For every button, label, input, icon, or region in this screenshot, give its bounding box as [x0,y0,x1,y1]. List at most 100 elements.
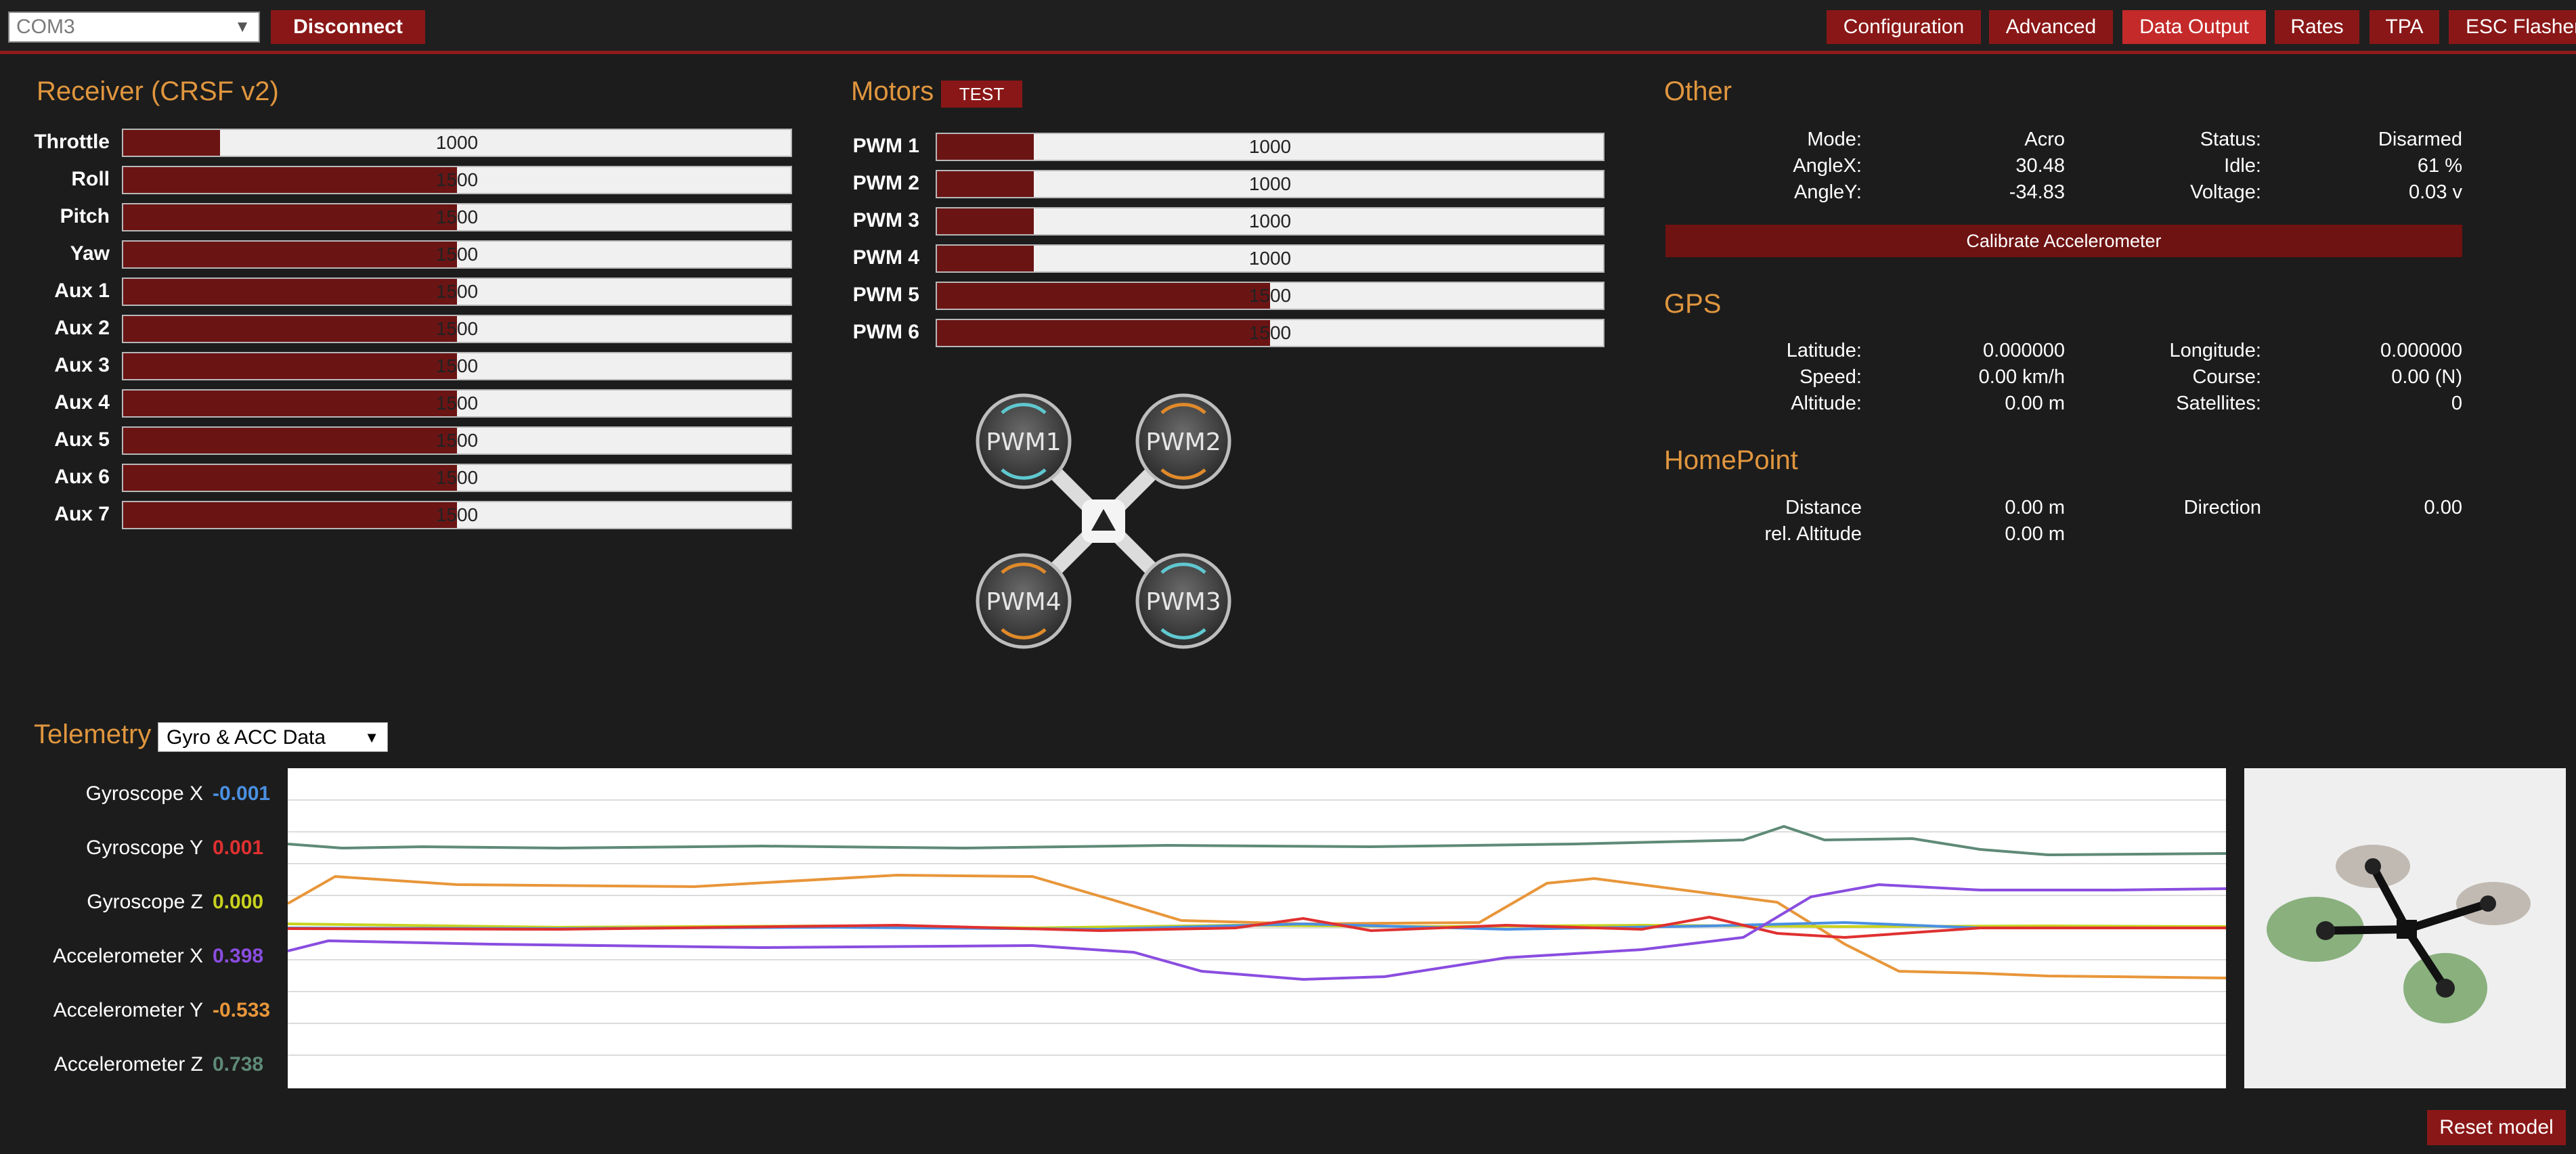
calibrate-accelerometer-button[interactable]: Calibrate Accelerometer [1665,225,2462,257]
bar-value: 1000 [1248,173,1292,194]
tab-data-output[interactable]: Data Output [2122,10,2266,44]
other-value: Acro [2024,129,2065,150]
motor-pwm2: PWM2 [1135,393,1231,489]
quad-3d-model [2267,845,2531,1023]
frame-center [1082,500,1125,543]
motor-bar-pwm-6: 1500 [936,319,1604,347]
series-line-accelerometer-z [287,824,2227,857]
homepoint-label: Direction [2183,497,2261,518]
bar-value: 1500 [435,504,479,525]
other-label: AngleX: [1793,155,1862,177]
homepoint-value: 0.00 m [2005,497,2065,518]
telemetry-value-accelerometer-z: 0.738 [213,1053,264,1075]
tab-advanced[interactable]: Advanced [1989,10,2113,44]
telemetry-value-gyroscope-z: 0.000 [213,891,264,913]
homepoint-value: 0.00 [2424,497,2462,518]
motor-pwm3: PWM3 [1135,553,1231,649]
disconnect-button[interactable]: Disconnect [271,10,425,44]
receiver-bar-throttle: 1000 [122,129,792,157]
receiver-bar-aux-5: 1500 [122,426,792,455]
gps-title: GPS [1664,289,1722,319]
motor-pwm1: PWM1 [976,393,1072,489]
chevron-down-icon: ▼ [364,729,379,746]
bar-value: 1000 [1248,136,1292,157]
port-select-value: COM3 [16,16,75,38]
other-value: 30.48 [2015,155,2065,177]
telemetry-label-accelerometer-y: Accelerometer Y [53,999,203,1021]
gps-value: 0.000000 [2380,340,2462,361]
bar-value: 1500 [435,467,479,488]
motor-pwm4-label: PWM4 [986,588,1061,616]
homepoint-label: Distance [1785,497,1862,518]
motor-label-pwm-4: PWM 4 [852,246,919,269]
receiver-label-pitch: Pitch [60,205,110,227]
gps-label: Satellites: [2176,393,2261,414]
other-label: Voltage: [2190,181,2261,203]
gps-label: Speed: [1799,366,1862,388]
receiver-bar-roll: 1500 [122,166,792,194]
telemetry-graph-svg [287,799,2227,1056]
other-title: Other [1664,76,1732,106]
chevron-down-icon: ▼ [234,18,250,36]
motor-bar-pwm-3: 1000 [936,207,1604,236]
receiver-bar-aux-1: 1500 [122,278,792,306]
other-label: Status: [2200,129,2261,150]
tab-rates[interactable]: Rates [2275,10,2359,44]
receiver-label-yaw: Yaw [70,242,110,265]
gps-value: 0.000000 [1983,340,2065,361]
receiver-label-aux-3: Aux 3 [54,354,110,376]
telemetry-label-gyroscope-y: Gyroscope Y [86,837,203,859]
tab-tpa[interactable]: TPA [2370,10,2439,44]
bar-value: 1500 [435,281,479,302]
motor-test-button[interactable]: TEST [941,81,1022,108]
telemetry-label-gyroscope-z: Gyroscope Z [87,891,203,913]
homepoint-value: 0.00 m [2005,523,2065,545]
motor-bar-pwm-4: 1000 [936,244,1604,273]
motor-bar-pwm-5: 1500 [936,282,1604,310]
motor-pwm2-label: PWM2 [1145,428,1221,456]
bar-value: 1000 [1248,210,1292,231]
gps-value: 0.00 (N) [2391,366,2462,388]
other-value: 61 % [2417,155,2462,177]
receiver-bar-aux-7: 1500 [122,501,792,529]
receiver-label-aux-7: Aux 7 [54,503,110,525]
bar-value: 1500 [435,318,479,339]
tab-esc-flasher[interactable]: ESC Flasher [2449,10,2576,44]
receiver-label-throttle: Throttle [34,131,110,153]
port-select[interactable]: COM3 ▼ [8,12,260,43]
bar-value: 1500 [435,393,479,414]
other-label: AngleY: [1794,181,1862,203]
telemetry-select[interactable]: Gyro & ACC Data ▼ [158,722,388,752]
other-label: Idle: [2224,155,2261,177]
telemetry-graph [287,768,2227,1088]
receiver-label-aux-4: Aux 4 [54,391,110,414]
receiver-bar-aux-4: 1500 [122,389,792,418]
3d-model-view [2244,768,2566,1088]
bar-value: 1500 [435,355,479,376]
motor-label-pwm-3: PWM 3 [852,209,919,231]
bar-value: 1500 [435,244,479,265]
gps-label: Altitude: [1791,393,1862,414]
motor-label-pwm-5: PWM 5 [852,284,919,306]
gps-value: 0.00 m [2005,393,2065,414]
motor-pwm3-label: PWM3 [1145,588,1221,616]
homepoint-label: rel. Altitude [1764,523,1862,545]
telemetry-select-value: Gyro & ACC Data [167,726,326,749]
telemetry-label-accelerometer-x: Accelerometer X [53,945,203,967]
telemetry-value-accelerometer-y: -0.533 [213,999,271,1021]
motor-label-pwm-6: PWM 6 [852,321,919,343]
motors-title: Motors [851,76,934,106]
gps-value: 0.00 km/h [1978,366,2065,388]
receiver-bar-aux-6: 1500 [122,464,792,492]
reset-model-button[interactable]: Reset model [2427,1110,2566,1145]
bar-value: 1000 [435,132,479,153]
telemetry-label-accelerometer-z: Accelerometer Z [53,1053,203,1075]
motor-bar-pwm-1: 1000 [936,133,1604,161]
receiver-bar-aux-2: 1500 [122,315,792,343]
motor-pwm1-label: PWM1 [986,428,1061,456]
motor-label-pwm-2: PWM 2 [852,172,919,194]
receiver-label-aux-2: Aux 2 [54,317,110,339]
tab-configuration[interactable]: Configuration [1827,10,1981,44]
receiver-title: Receiver (CRSF v2) [37,76,279,106]
telemetry-label-gyroscope-x: Gyroscope X [85,782,203,805]
